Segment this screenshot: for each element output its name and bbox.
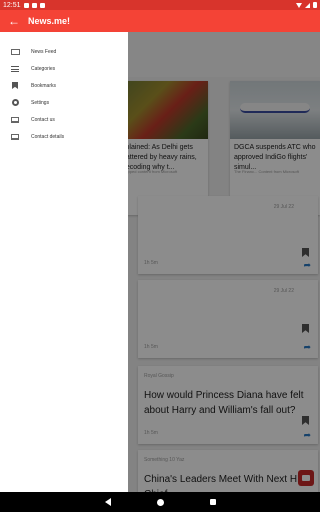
drawer-item-settings[interactable]: Settings <box>0 94 128 111</box>
drawer-item-label: Settings <box>31 99 50 106</box>
status-time: 12:51 <box>3 1 21 9</box>
drawer-item-label: News Feed <box>31 48 57 55</box>
notification-icon <box>31 2 37 8</box>
navigation-drawer: News Feed Categories Bookmarks Settings … <box>0 32 128 492</box>
home-icon[interactable] <box>156 498 164 506</box>
notification-icon <box>23 2 29 8</box>
wifi-icon <box>296 2 302 8</box>
drawer-item-bookmarks[interactable]: Bookmarks <box>0 77 128 94</box>
drawer-item-news-feed[interactable]: News Feed <box>0 43 128 60</box>
drawer-item-label: Categories <box>31 65 56 72</box>
mail-icon <box>9 131 21 143</box>
back-icon[interactable] <box>104 498 111 506</box>
status-bar: 12:51 <box>0 0 320 10</box>
app-title: News.me! <box>28 16 71 26</box>
list-icon <box>9 63 21 75</box>
arrow-back-icon[interactable]: ← <box>0 10 28 32</box>
drawer-item-contact-us[interactable]: Contact us <box>0 111 128 128</box>
recents-icon[interactable] <box>209 499 216 505</box>
signal-icon <box>305 2 310 8</box>
system-nav-bar <box>0 492 320 512</box>
battery-icon <box>313 2 317 8</box>
drawer-item-categories[interactable]: Categories <box>0 60 128 77</box>
gear-icon <box>9 97 21 109</box>
app-bar: ← News.me! <box>0 10 320 32</box>
notification-icon <box>39 2 45 8</box>
drawer-item-label: Contact us <box>31 116 55 123</box>
bookmark-icon <box>9 80 21 92</box>
drawer-item-label: Bookmarks <box>31 82 57 89</box>
drawer-item-contact-details[interactable]: Contact details <box>0 128 128 145</box>
mail-icon <box>9 114 21 126</box>
drawer-item-label: Contact details <box>31 133 65 140</box>
news-feed-icon <box>9 46 21 58</box>
